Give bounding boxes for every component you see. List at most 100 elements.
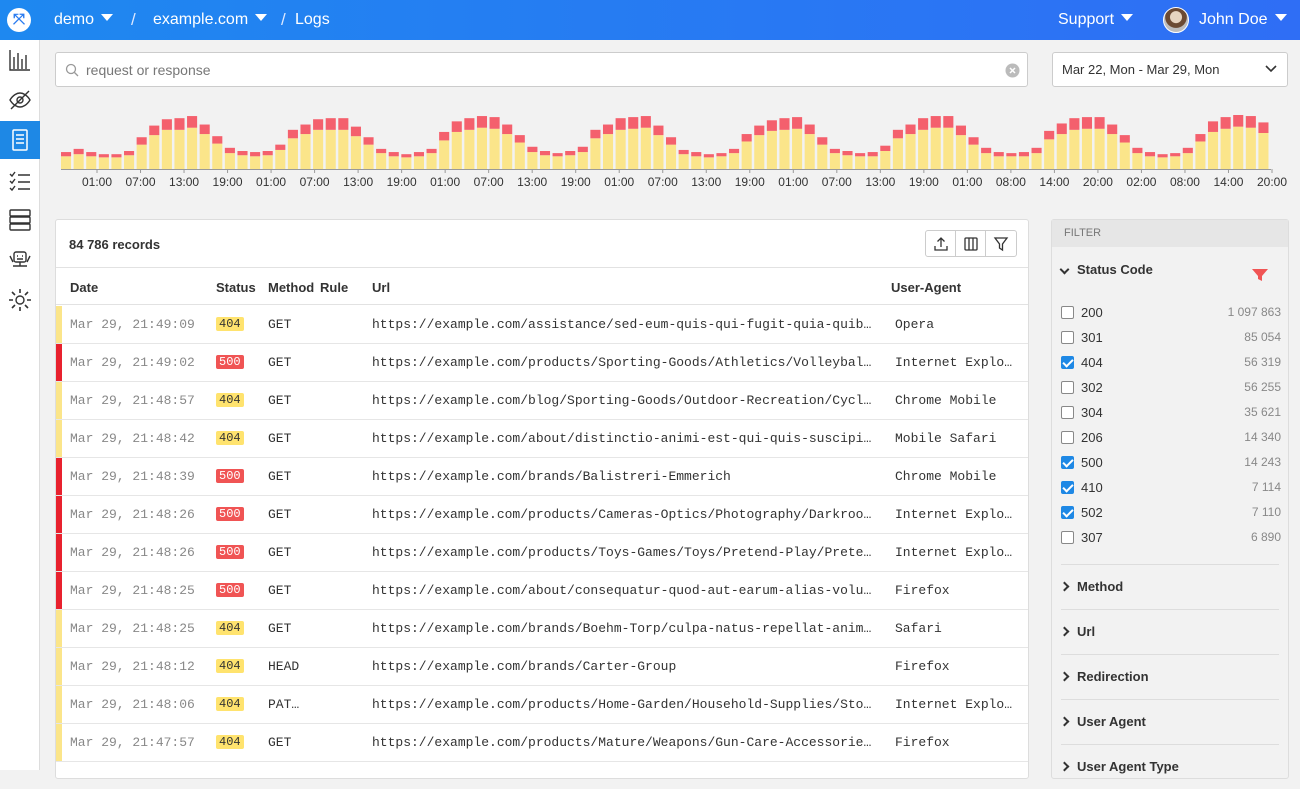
- histogram-tick-label: 01:00: [952, 175, 982, 189]
- table-row[interactable]: Mar 29, 21:48:25 500 GET https://example.co…: [56, 572, 1028, 610]
- status-code-option[interactable]: 302 56 255: [1061, 379, 1281, 399]
- status-badge: 500: [216, 545, 244, 559]
- status-code-option[interactable]: 304 35 621: [1061, 404, 1281, 424]
- table-row[interactable]: Mar 29, 21:49:09 404 GET https://example.co…: [56, 306, 1028, 344]
- traffic-histogram[interactable]: 01:00 07:00 13:00 19:00 01:00 07:00 13:00 19:00…: [55, 108, 1290, 193]
- histogram-bar-error: [464, 118, 475, 130]
- table-row[interactable]: Mar 29, 21:48:25 404 GET https://example.co…: [56, 610, 1028, 648]
- histogram-bar-success: [653, 135, 664, 169]
- filter-section-redirection[interactable]: Redirection: [1059, 654, 1279, 699]
- table-body: Mar 29, 21:49:09 404 GET https://example.co…: [56, 306, 1028, 762]
- nav-dashboard[interactable]: [0, 41, 40, 79]
- table-header: Date Status Method Rule Url User-Agent: [56, 267, 1028, 305]
- status-code-option[interactable]: 301 85 054: [1061, 329, 1281, 349]
- filter-section-user-agent[interactable]: User Agent: [1059, 699, 1279, 744]
- status-code-checkbox[interactable]: [1061, 506, 1074, 519]
- status-code-checkbox[interactable]: [1061, 356, 1074, 369]
- nav-servers[interactable]: [0, 201, 40, 239]
- search-input[interactable]: [86, 53, 986, 86]
- histogram-tick-label: 01:00: [778, 175, 808, 189]
- server-icon: [9, 209, 31, 231]
- table-row[interactable]: Mar 29, 21:48:42 404 GET https://example.co…: [56, 420, 1028, 458]
- status-code-count: 35 621: [1244, 405, 1281, 419]
- histogram-bar-error: [212, 136, 223, 144]
- status-code-checkbox[interactable]: [1061, 406, 1074, 419]
- row-date: Mar 29, 21:48:26: [70, 545, 195, 560]
- robot-icon: [9, 251, 31, 267]
- columns-button[interactable]: [956, 231, 986, 256]
- histogram-bar-error: [1044, 130, 1055, 140]
- column-rule[interactable]: Rule: [320, 280, 348, 295]
- table-row[interactable]: Mar 29, 21:49:02 500 GET https://example.co…: [56, 344, 1028, 382]
- status-code-option[interactable]: 200 1 097 863: [1061, 304, 1281, 324]
- table-row[interactable]: Mar 29, 21:48:06 404 PAT… https://example.c…: [56, 686, 1028, 724]
- column-user-agent[interactable]: User-Agent: [891, 280, 961, 295]
- histogram-bar-success: [577, 152, 588, 169]
- status-code-checkbox[interactable]: [1061, 531, 1074, 544]
- histogram-bar-success: [855, 156, 866, 169]
- histogram-bar-success: [1144, 156, 1156, 169]
- status-code-option[interactable]: 307 6 890: [1061, 529, 1281, 549]
- histogram-bar-error: [338, 118, 349, 130]
- status-code-option[interactable]: 206 14 340: [1061, 429, 1281, 449]
- status-code-option[interactable]: 410 7 114: [1061, 479, 1281, 499]
- status-code-option[interactable]: 502 7 110: [1061, 504, 1281, 524]
- column-date[interactable]: Date: [70, 280, 98, 295]
- filter-button[interactable]: [986, 231, 1016, 256]
- status-code-checkbox[interactable]: [1061, 306, 1074, 319]
- status-code-section[interactable]: Status Code: [1059, 262, 1279, 281]
- nav-settings[interactable]: [0, 281, 40, 319]
- row-method: HEAD: [268, 659, 300, 674]
- histogram-bar-success: [325, 129, 336, 169]
- project-selector[interactable]: demo: [54, 11, 114, 29]
- row-user-agent: Internet Explorer: [895, 507, 1013, 522]
- row-method: PAT…: [268, 697, 300, 712]
- histogram-bar-success: [1157, 157, 1168, 169]
- histogram-bar-success: [1119, 142, 1130, 169]
- histogram-tick-label: 01:00: [256, 175, 286, 189]
- table-row[interactable]: Mar 29, 21:48:12 404 HEAD https://example.c…: [56, 648, 1028, 686]
- export-button[interactable]: [926, 231, 956, 256]
- histogram-bar-error: [905, 124, 916, 135]
- row-url: https://example.com/products/Toys-Games/…: [372, 545, 872, 560]
- table-row[interactable]: Mar 29, 21:48:26 500 GET https://example.co…: [56, 496, 1028, 534]
- nav-tracking[interactable]: [0, 81, 40, 119]
- search-box[interactable]: [55, 52, 1028, 87]
- date-range-select[interactable]: Mar 22, Mon - Mar 29, Mon: [1052, 52, 1288, 87]
- avatar[interactable]: [1163, 7, 1189, 33]
- filter-section-url[interactable]: Url: [1059, 609, 1279, 654]
- histogram-tick-label: 08:00: [996, 175, 1026, 189]
- status-code-count: 7 110: [1251, 505, 1281, 519]
- clear-search-icon[interactable]: [1005, 63, 1020, 78]
- support-menu[interactable]: Support: [1058, 11, 1134, 29]
- status-code-checkbox[interactable]: [1061, 431, 1074, 444]
- funnel-icon: [993, 236, 1009, 251]
- status-code-count: 14 340: [1244, 430, 1281, 444]
- status-code-option[interactable]: 404 56 319: [1061, 354, 1281, 374]
- filter-section-method[interactable]: Method: [1059, 564, 1279, 609]
- column-method[interactable]: Method: [268, 280, 314, 295]
- histogram-bar-error: [1107, 124, 1118, 135]
- status-code-option[interactable]: 500 14 243: [1061, 454, 1281, 474]
- table-row[interactable]: Mar 29, 21:48:39 500 GET https://example.co…: [56, 458, 1028, 496]
- nav-bots[interactable]: [0, 241, 40, 279]
- active-filter-icon[interactable]: [1251, 268, 1269, 282]
- nav-rules[interactable]: [0, 161, 40, 199]
- filter-section-user-agent-type[interactable]: User Agent Type: [1059, 744, 1279, 789]
- histogram-bar-error: [313, 119, 324, 130]
- column-status[interactable]: Status: [216, 280, 256, 295]
- nav-logs[interactable]: [0, 121, 40, 159]
- status-code-checkbox[interactable]: [1061, 331, 1074, 344]
- user-menu[interactable]: John Doe: [1199, 11, 1287, 29]
- filter-header: FILTER: [1052, 220, 1288, 247]
- table-row[interactable]: Mar 29, 21:48:57 404 GET https://example.co…: [56, 382, 1028, 420]
- column-url[interactable]: Url: [372, 280, 390, 295]
- table-row[interactable]: Mar 29, 21:48:26 500 GET https://example.co…: [56, 534, 1028, 572]
- site-selector[interactable]: example.com: [153, 11, 268, 29]
- app-logo-icon[interactable]: ⤧: [7, 8, 31, 32]
- status-code-checkbox[interactable]: [1061, 381, 1074, 394]
- status-code-checkbox[interactable]: [1061, 456, 1074, 469]
- table-row[interactable]: Mar 29, 21:47:57 404 GET https://example.co…: [56, 724, 1028, 762]
- histogram-bar-error: [1220, 117, 1231, 129]
- status-code-checkbox[interactable]: [1061, 481, 1074, 494]
